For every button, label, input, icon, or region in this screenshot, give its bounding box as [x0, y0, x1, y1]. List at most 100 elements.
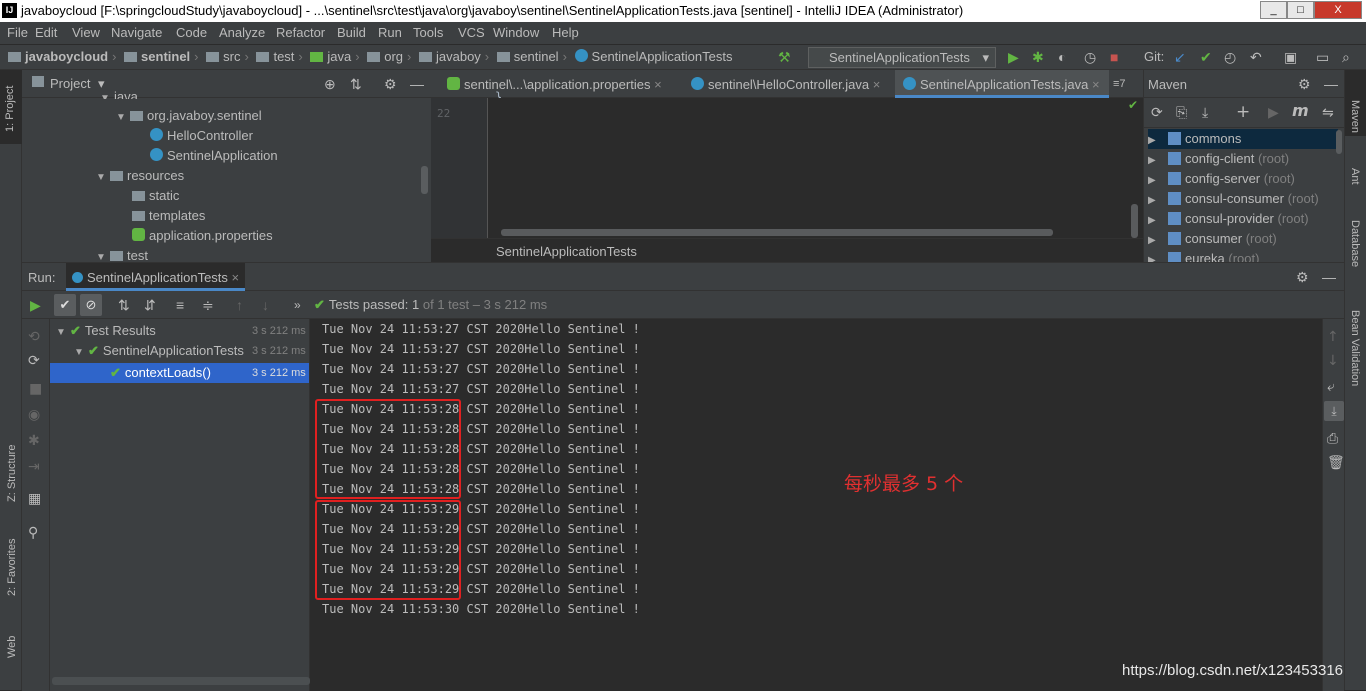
test-method-node[interactable]: ✔ contextLoads() 3 s 212 ms: [50, 363, 309, 383]
maven-item[interactable]: ▶ consumer (root): [1148, 229, 1338, 249]
profile-icon[interactable]: ◷: [1084, 49, 1096, 65]
arrow-up-icon[interactable]: ↑: [1327, 329, 1339, 345]
run-icon[interactable]: ▶: [1008, 49, 1019, 65]
maven-item[interactable]: ▶ consul-consumer (root): [1148, 189, 1338, 209]
crumb-class[interactable]: SentinelApplicationTests: [592, 49, 733, 64]
crumb-javaboy[interactable]: javaboy: [436, 49, 481, 64]
close-icon[interactable]: ×: [1092, 77, 1100, 92]
rerun-icon[interactable]: ▶: [30, 297, 41, 313]
menu-build[interactable]: Build: [337, 25, 366, 40]
locate-icon[interactable]: ⊕: [324, 76, 336, 92]
more-icon[interactable]: »: [294, 297, 301, 313]
git-history-icon[interactable]: ◴: [1224, 49, 1236, 65]
run-icon[interactable]: ▶: [1268, 105, 1279, 121]
toggle-auto-test-icon[interactable]: ⟳: [28, 353, 40, 369]
editor-breadcrumb[interactable]: SentinelApplicationTests: [431, 238, 1143, 262]
menu-navigate[interactable]: Navigate: [111, 25, 162, 40]
coverage-icon[interactable]: ◐: [1058, 49, 1066, 65]
layout-icon[interactable]: ▦: [28, 491, 41, 507]
sort-alpha-icon[interactable]: ⇅: [118, 297, 130, 313]
editor-vscrollbar[interactable]: [1131, 204, 1138, 238]
hide-panel-icon[interactable]: —: [1324, 76, 1338, 92]
run-tab[interactable]: SentinelApplicationTests ×: [66, 263, 246, 291]
menu-refactor[interactable]: Refactor: [276, 25, 325, 40]
maven-item[interactable]: ▶ consul-provider (root): [1148, 209, 1338, 229]
presentation-icon[interactable]: ▭: [1316, 49, 1329, 65]
favorites-tool-tab[interactable]: 2: Favorites: [6, 539, 18, 596]
tab-application-properties[interactable]: sentinel\...\application.properties ×: [439, 70, 670, 98]
tree-item-class[interactable]: HelloController: [150, 128, 253, 143]
crumb-org[interactable]: org: [384, 49, 403, 64]
tab-hello-controller[interactable]: sentinel\HelloController.java ×: [683, 70, 888, 98]
menu-run[interactable]: Run: [378, 25, 402, 40]
close-button[interactable]: X: [1314, 1, 1362, 19]
download-icon[interactable]: ⤓: [1202, 105, 1208, 121]
gear-icon[interactable]: ⚙: [1296, 269, 1309, 285]
tree-item[interactable]: ▼ java: [100, 89, 138, 99]
git-rollback-icon[interactable]: ↶: [1250, 49, 1262, 65]
structure-tool-tab[interactable]: Z: Structure: [6, 445, 18, 502]
run-config-select[interactable]: SentinelApplicationTests ▾: [808, 47, 996, 68]
ant-tool-tab[interactable]: Ant: [1349, 168, 1361, 185]
crumb-sentinel[interactable]: sentinel: [514, 49, 559, 64]
web-tool-tab[interactable]: Web: [6, 636, 18, 658]
menu-tools[interactable]: Tools: [413, 25, 443, 40]
tree-item-file[interactable]: application.properties: [132, 228, 273, 243]
arrow-down-icon[interactable]: ↓: [262, 297, 269, 313]
pin-icon[interactable]: ⚲: [28, 525, 38, 541]
tree-item-folder[interactable]: ▼ resources: [96, 168, 184, 183]
close-icon[interactable]: ×: [873, 77, 881, 92]
menu-file[interactable]: File: [7, 25, 28, 40]
hide-panel-icon[interactable]: —: [1322, 269, 1336, 285]
test-results-root[interactable]: ▼ ✔ Test Results 3 s 212 ms: [56, 323, 310, 343]
database-tool-tab[interactable]: Database: [1349, 220, 1361, 267]
stop-icon[interactable]: ■: [1110, 49, 1118, 65]
menu-analyze[interactable]: Analyze: [219, 25, 265, 40]
console-output[interactable]: Tue Nov 24 11:53:27 CST 2020Hello Sentin…: [310, 319, 1322, 691]
menu-edit[interactable]: Edit: [35, 25, 57, 40]
tree-item-package[interactable]: ▼ org.javaboy.sentinel: [116, 108, 262, 123]
test-class-node[interactable]: ▼ ✔ SentinelApplicationTests 3 s 212 ms: [74, 343, 310, 363]
close-icon[interactable]: ×: [654, 77, 662, 92]
project-scrollbar[interactable]: [421, 166, 428, 194]
crumb-test[interactable]: test: [273, 49, 294, 64]
sort-duration-icon[interactable]: ⇵: [144, 297, 156, 313]
menu-window[interactable]: Window: [493, 25, 539, 40]
git-commit-icon[interactable]: ✔: [1200, 49, 1212, 65]
crumb-java[interactable]: java: [327, 49, 351, 64]
crumb-project[interactable]: javaboycloud: [25, 49, 108, 64]
expand-all-icon[interactable]: ≡: [176, 297, 184, 313]
collapse-all-icon[interactable]: ≑: [202, 297, 214, 313]
tab-overflow-button[interactable]: ≡7: [1113, 78, 1126, 90]
maven-item[interactable]: ▶ config-client (root): [1148, 149, 1338, 169]
maven-item[interactable]: ▶ commons: [1148, 129, 1338, 149]
code-line[interactable]: }: [495, 90, 502, 98]
collapse-all-icon[interactable]: ⇅: [350, 76, 362, 92]
maven-item[interactable]: ▶ eureka (root): [1148, 249, 1338, 262]
debug-icon[interactable]: ✱: [1032, 49, 1044, 65]
tree-hscrollbar[interactable]: [52, 677, 310, 685]
project-tool-tab[interactable]: 1: Project: [0, 70, 22, 144]
scroll-to-end-toggle[interactable]: ⤓: [1324, 401, 1344, 421]
bean-validation-tool-tab[interactable]: Bean Validation: [1349, 310, 1361, 386]
close-icon[interactable]: ×: [232, 270, 240, 285]
project-structure-icon[interactable]: ▣: [1284, 49, 1297, 65]
tree-item-folder[interactable]: static: [132, 188, 179, 203]
crumb-module[interactable]: sentinel: [141, 49, 190, 64]
snapshot-icon[interactable]: ◉: [28, 407, 40, 423]
rerun-failed-icon[interactable]: ⟲: [28, 329, 40, 345]
maven-goal-icon[interactable]: m: [1292, 103, 1309, 119]
crumb-src[interactable]: src: [223, 49, 240, 64]
settings-icon[interactable]: ✱: [28, 433, 40, 449]
soft-wrap-icon[interactable]: ⤶: [1327, 379, 1335, 395]
maven-item[interactable]: ▶ config-server (root): [1148, 169, 1338, 189]
build-hammer-icon[interactable]: ⚒: [778, 49, 791, 65]
menu-vcs[interactable]: VCS: [458, 25, 485, 40]
add-icon[interactable]: +: [1236, 104, 1250, 121]
menu-help[interactable]: Help: [552, 25, 579, 40]
maven-scrollbar[interactable]: [1336, 130, 1342, 154]
hide-panel-icon[interactable]: —: [410, 76, 424, 92]
menu-view[interactable]: View: [72, 25, 100, 40]
gear-icon[interactable]: ⚙: [1298, 76, 1311, 92]
generate-sources-icon[interactable]: ⎘: [1176, 105, 1187, 121]
